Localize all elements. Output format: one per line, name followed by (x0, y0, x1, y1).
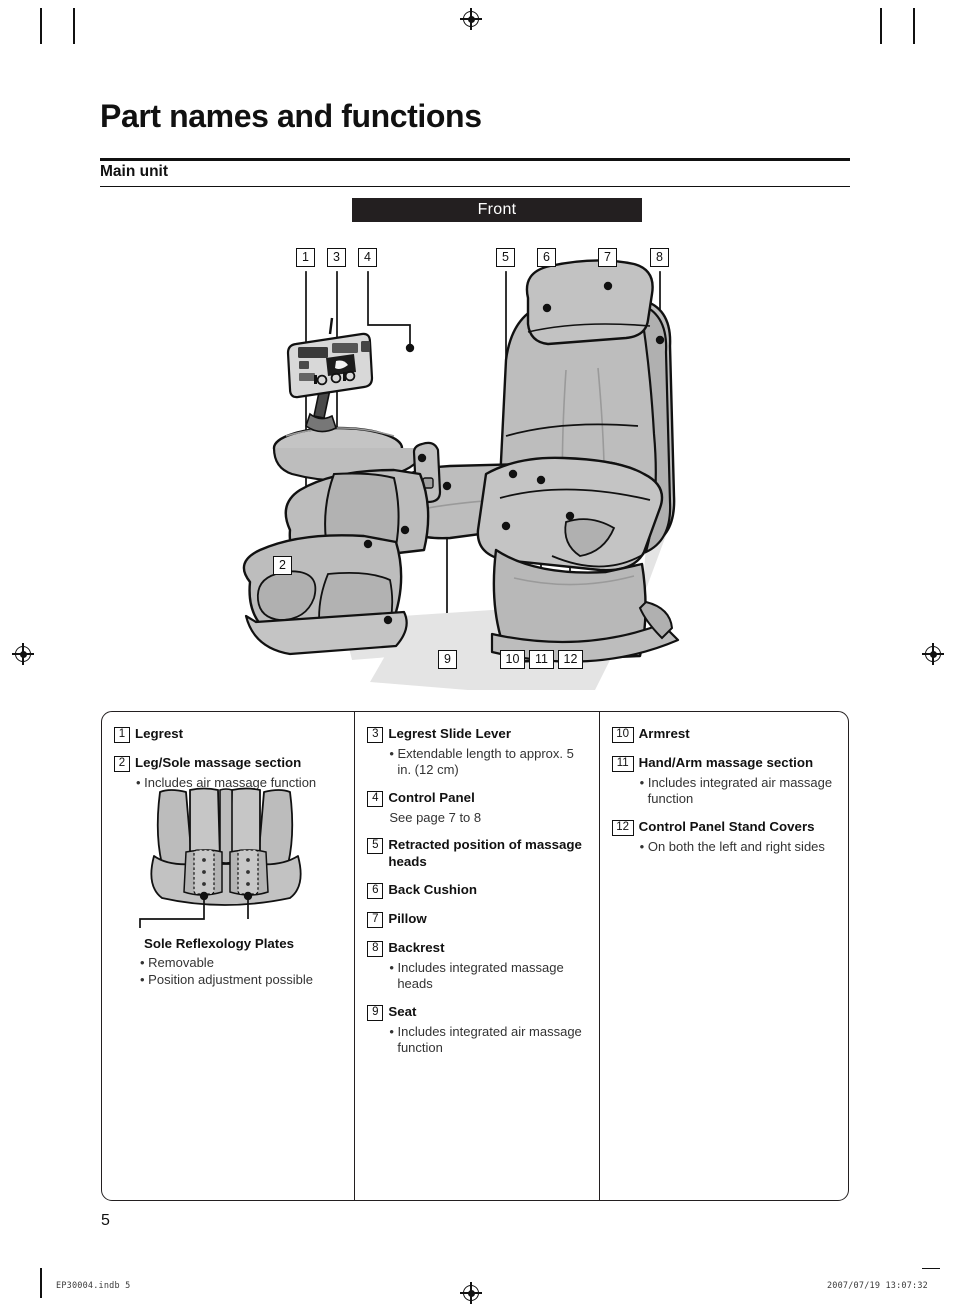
legend-label-2: Leg/Sole massage section (135, 755, 302, 770)
orientation-banner-label: Front (477, 201, 517, 218)
legend-bullet-9-1: • Includes integrated air massage functi… (389, 1023, 582, 1056)
legend-bullet-9-1-text: Includes integrated air massage function (397, 1023, 582, 1056)
legend-item-3: 3 Legrest Slide Lever (367, 726, 588, 743)
callout-6: 6 (537, 248, 556, 267)
crop-mark-top-right-b (913, 8, 915, 44)
legend-number-12: 12 (611, 819, 634, 836)
crop-mark-top-left-b (73, 8, 75, 44)
legend-number-4: 4 (367, 790, 384, 807)
chair-illustration: 1 3 4 5 6 7 8 2 9 10 11 12 (100, 230, 850, 690)
legend-number-9: 9 (367, 1004, 384, 1021)
legend-label-1: Legrest (135, 726, 184, 741)
legend-bullet-8-1: • Includes integrated massage heads (389, 960, 564, 992)
legend-item-7: 7 Pillow (367, 911, 588, 929)
callout-4: 4 (358, 248, 377, 267)
sole-detail-caption: Sole Reflexology Plates (144, 936, 295, 951)
legend-item-8: 8 Backrest (367, 940, 588, 958)
title-rule (100, 158, 850, 161)
legend-panel: 1 Legrest 2 Leg/Sole massage section • I… (101, 711, 849, 1201)
chair-artwork (242, 259, 680, 690)
legend-item-10: 10 Armrest (611, 726, 838, 743)
callout-10: 10 (500, 650, 525, 669)
legend-note-4: See page 7 to 8 (389, 809, 482, 825)
legend-label-4: Control Panel (388, 789, 475, 805)
callout-5: 5 (496, 248, 515, 267)
footer-file-ref: EP30004.indb 5 (56, 1281, 131, 1291)
page-number: 5 (101, 1212, 110, 1229)
legend-bullet-12-1: • On both the left and right sides (639, 838, 825, 854)
crop-mark-top-right-a (880, 8, 882, 44)
legend-bullet-12-1-text: On both the left and right sides (647, 838, 825, 854)
sole-detail-bullet-1-text: Removable (148, 955, 214, 970)
section-rule (100, 186, 850, 188)
legend-number-11: 11 (611, 756, 634, 772)
legend-label-8: Backrest (388, 940, 445, 956)
page-title: Part names and functions (100, 98, 482, 134)
legend-item-12: 12 Control Panel Stand Covers (611, 818, 838, 836)
manual-page: Part names and functions Main unit Front (0, 0, 954, 1314)
legend-label-9: Seat (388, 1003, 417, 1019)
callout-9: 9 (438, 650, 457, 669)
legend-number-8: 8 (367, 941, 384, 958)
legend-bullet-8-1-text: Includes integrated massage heads (397, 960, 564, 992)
callout-3: 3 (327, 248, 346, 267)
registration-mark-left (12, 643, 34, 665)
legend-column-3: 10 Armrest 11 Hand/Arm massage section •… (598, 712, 848, 1200)
sole-detail-bullet-2-text: Position adjustment possible (148, 972, 313, 987)
legend-item-2: 2 Leg/Sole massage section (114, 755, 344, 772)
legend-number-10: 10 (611, 727, 634, 743)
legend-label-6: Back Cushion (388, 882, 477, 898)
legend-item-5: 5 Retracted position of massage heads (367, 837, 588, 870)
callout-1: 1 (296, 248, 315, 267)
legend-label-10: Armrest (638, 726, 690, 741)
control-panel-remote (286, 317, 374, 399)
legend-number-7: 7 (367, 912, 384, 929)
chair-diagram-svg (242, 259, 680, 690)
legend-bullet-3-1: • Extendable length to approx. 5 in. (12… (389, 746, 574, 778)
callout-2: 2 (273, 556, 292, 575)
callout-12: 12 (558, 650, 583, 669)
legend-label-3: Legrest Slide Lever (388, 726, 512, 741)
crop-mark-bottom-left (40, 1268, 42, 1298)
sole-detail-svg (139, 787, 302, 928)
section-heading: Main unit (100, 163, 169, 180)
legend-number-5: 5 (367, 838, 384, 855)
sole-detail-bullet-2: • Position adjustment possible (140, 972, 313, 987)
crop-mark-bottom-right (922, 1268, 940, 1269)
legend-bullet-11-1-text: Includes integrated air massage function (647, 775, 833, 807)
legend-number-3: 3 (367, 727, 384, 743)
footer-timestamp: 2007/07/19 13:07:32 (826, 1281, 928, 1291)
legend-label-12: Control Panel Stand Covers (638, 818, 815, 834)
legend-number-1: 1 (114, 727, 130, 743)
sole-detail-bullet-1: • Removable (140, 955, 214, 970)
legend-item-4: 4 Control Panel (367, 790, 588, 807)
legend-column-1: 1 Legrest 2 Leg/Sole massage section • I… (102, 712, 354, 1200)
callout-8: 8 (650, 248, 669, 267)
legend-number-2: 2 (114, 756, 130, 772)
legend-item-11: 11 Hand/Arm massage section (611, 755, 838, 772)
sole-detail-illustration (138, 786, 313, 931)
callout-11: 11 (529, 650, 554, 669)
registration-mark-top (460, 8, 482, 30)
legend-item-6: 6 Back Cushion (367, 882, 588, 900)
legend-label-5: Retracted position of massage heads (388, 837, 582, 869)
legend-item-1: 1 Legrest (114, 726, 344, 743)
registration-mark-bottom (460, 1282, 482, 1304)
orientation-banner: Front (352, 198, 642, 222)
legend-item-9: 9 Seat (367, 1004, 588, 1021)
legend-label-11: Hand/Arm massage section (638, 755, 814, 770)
crop-mark-top-left-a (40, 8, 42, 44)
legend-column-2: 3 Legrest Slide Lever • Extendable lengt… (354, 712, 598, 1200)
legend-bullet-11-1: • Includes integrated air massage functi… (639, 775, 833, 807)
callout-7: 7 (598, 248, 617, 267)
legend-bullet-3-1-text: Extendable length to approx. 5 in. (12 c… (397, 746, 574, 778)
legend-number-6: 6 (367, 883, 384, 900)
registration-mark-right (922, 643, 944, 665)
legend-label-7: Pillow (388, 911, 427, 927)
